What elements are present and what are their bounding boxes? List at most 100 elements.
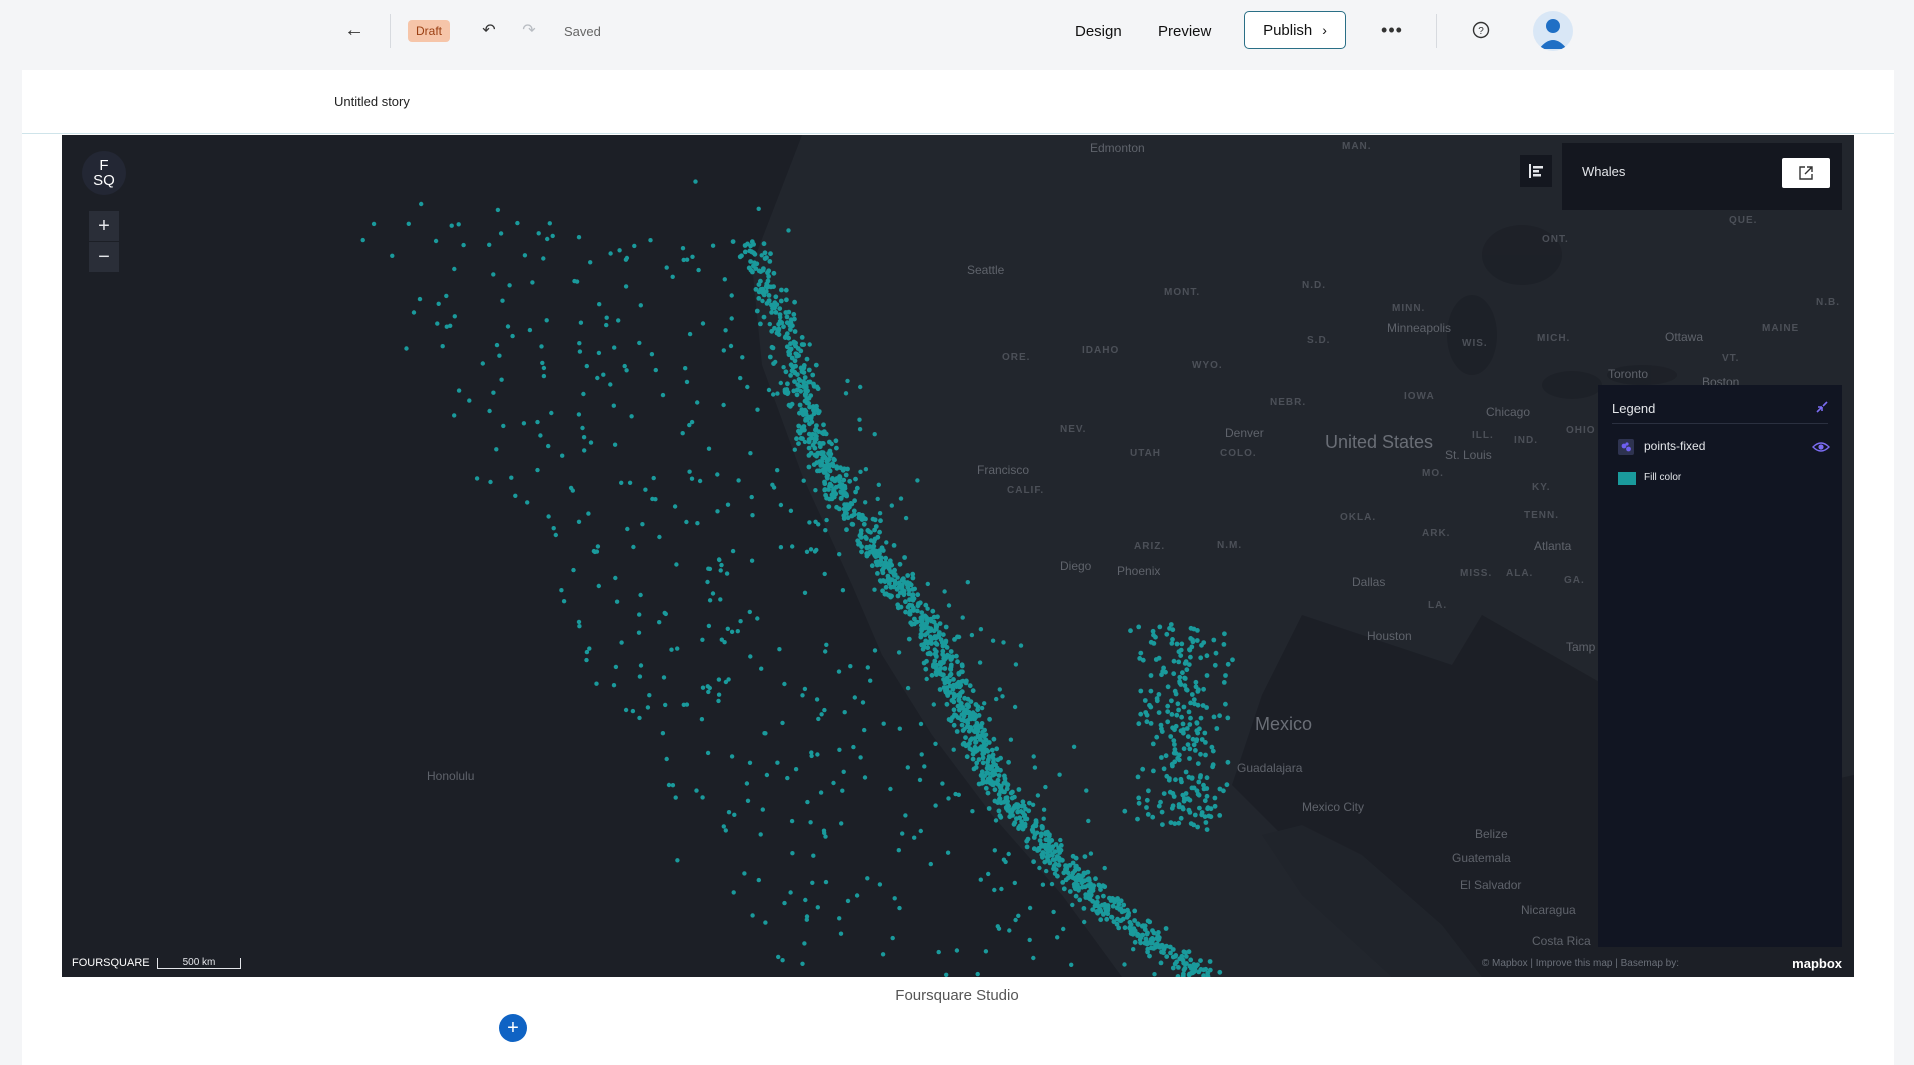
city-label: Costa Rica xyxy=(1532,934,1591,948)
whale-point xyxy=(920,625,926,631)
map-caption[interactable]: Foursquare Studio xyxy=(0,987,1914,1004)
state-label: VT. xyxy=(1722,353,1740,364)
publish-label: Publish xyxy=(1263,21,1313,39)
whale-point xyxy=(944,701,950,707)
whale-point xyxy=(730,239,736,244)
whale-point xyxy=(498,231,504,236)
whale-point xyxy=(1163,669,1168,675)
undo-button[interactable]: ↶ xyxy=(476,16,502,44)
whale-point xyxy=(788,403,793,409)
whale-point xyxy=(798,436,804,441)
zoom-in-button[interactable]: + xyxy=(89,211,119,241)
whale-point xyxy=(775,391,780,396)
whale-point xyxy=(1170,637,1175,642)
whale-point xyxy=(954,681,960,687)
whale-point xyxy=(794,392,800,398)
whale-point xyxy=(915,592,921,598)
whale-point xyxy=(985,790,991,796)
whale-point xyxy=(1014,802,1019,807)
whale-point xyxy=(900,831,905,836)
whale-point xyxy=(657,620,662,625)
whale-point xyxy=(1076,866,1082,872)
whale-point xyxy=(933,741,938,746)
whale-point xyxy=(769,310,774,315)
whale-point xyxy=(975,971,980,977)
whale-point xyxy=(794,387,800,393)
whale-point xyxy=(1109,914,1114,920)
more-button[interactable]: ••• xyxy=(1378,16,1406,44)
whale-point xyxy=(1136,624,1142,630)
whale-point xyxy=(1154,698,1160,704)
whale-point xyxy=(515,220,520,226)
whale-point xyxy=(694,788,699,793)
whale-point xyxy=(831,780,836,786)
collapse-icon[interactable] xyxy=(1814,399,1830,415)
whale-point xyxy=(827,468,833,474)
whale-point xyxy=(996,792,1002,797)
whale-point xyxy=(722,277,727,282)
whale-point xyxy=(985,759,990,765)
tab-design[interactable]: Design xyxy=(1075,18,1122,44)
back-button[interactable]: ← xyxy=(338,14,370,46)
publish-button[interactable]: Publish › xyxy=(1244,11,1346,49)
whale-point xyxy=(802,590,808,595)
whale-point xyxy=(858,469,863,474)
eye-icon[interactable] xyxy=(1812,439,1830,455)
whale-point xyxy=(969,716,974,722)
map-view[interactable]: F SQ + − Edmonton Seattle Francisco Dieg… xyxy=(62,135,1854,977)
whale-point xyxy=(878,518,883,524)
whale-point xyxy=(1030,802,1036,807)
whale-point xyxy=(771,270,777,276)
whale-point xyxy=(1004,786,1010,792)
whale-point xyxy=(742,249,748,255)
whale-point xyxy=(1217,969,1223,975)
whale-point xyxy=(1174,712,1180,718)
whale-point xyxy=(994,746,1000,752)
whale-point xyxy=(801,342,807,347)
whale-point xyxy=(863,500,868,505)
whale-point xyxy=(815,905,820,910)
whale-point xyxy=(865,665,870,670)
whale-point xyxy=(1181,949,1187,955)
redo-button[interactable]: ↷ xyxy=(516,16,542,44)
story-title[interactable]: Untitled story xyxy=(334,94,410,109)
whale-point xyxy=(1080,873,1086,878)
toggle-sidebar-button[interactable] xyxy=(1520,155,1552,187)
whale-point xyxy=(759,666,764,671)
city-label: Dallas xyxy=(1352,575,1386,589)
whale-point xyxy=(1063,863,1068,869)
whale-point xyxy=(767,321,772,327)
whale-point xyxy=(595,544,601,549)
whale-point xyxy=(906,636,912,642)
whale-point xyxy=(1098,917,1104,923)
whale-point xyxy=(664,265,669,270)
whale-point xyxy=(750,513,755,518)
tab-preview[interactable]: Preview xyxy=(1158,18,1211,44)
whale-point xyxy=(687,422,692,428)
whale-point xyxy=(1016,825,1022,830)
open-external-button[interactable] xyxy=(1782,158,1830,188)
state-label: KY. xyxy=(1532,482,1551,493)
whale-point xyxy=(823,879,829,885)
map-attribution[interactable]: © Mapbox | Improve this map | Basemap by… xyxy=(1482,958,1679,969)
whale-point xyxy=(942,589,947,594)
whale-point xyxy=(778,502,784,508)
whale-point xyxy=(942,680,948,686)
avatar[interactable] xyxy=(1533,11,1573,51)
whale-point xyxy=(838,482,844,488)
country-label: Mexico xyxy=(1255,714,1313,734)
whale-point xyxy=(638,592,643,598)
help-button[interactable]: ? xyxy=(1470,19,1492,41)
zoom-out-button[interactable]: − xyxy=(89,242,119,272)
add-block-button[interactable]: + xyxy=(499,1014,527,1042)
whale-point xyxy=(870,516,876,522)
align-left-icon xyxy=(1529,164,1543,178)
whale-point xyxy=(1138,688,1144,694)
whale-point xyxy=(510,333,515,339)
legend-swatch-label: Fill color xyxy=(1644,472,1682,483)
whale-point xyxy=(797,378,803,383)
whale-point xyxy=(625,526,630,532)
fill-color-swatch xyxy=(1618,472,1636,485)
whale-point xyxy=(942,666,948,671)
plus-icon: + xyxy=(507,1016,519,1039)
